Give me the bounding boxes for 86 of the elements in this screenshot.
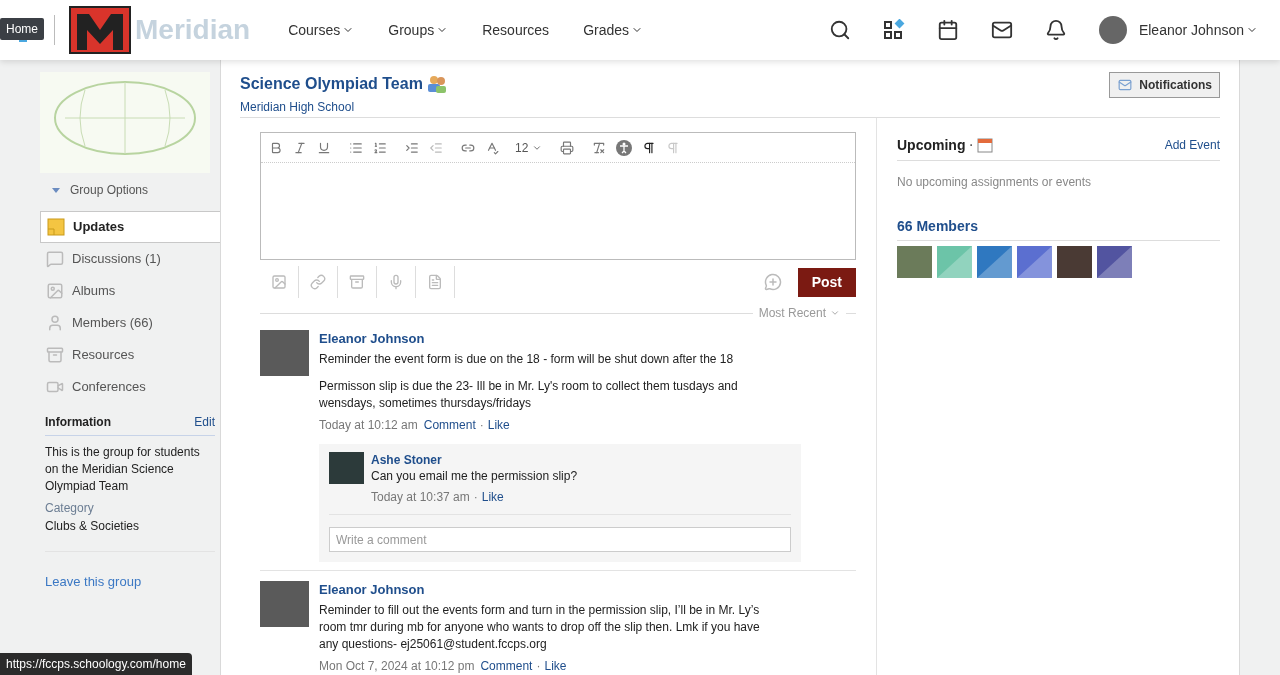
category-value: Clubs & Societies	[45, 518, 141, 535]
mail-icon[interactable]	[990, 19, 1013, 41]
pattern-drawing	[937, 246, 972, 278]
comment-text: Can you email me the permission slip?	[371, 468, 578, 485]
member-avatar[interactable]	[1097, 246, 1132, 278]
pattern-drawing	[977, 246, 1012, 278]
author-link[interactable]: Eleanor Johnson	[319, 330, 856, 348]
commenter-photo-placeholder	[329, 452, 364, 484]
separator-dot: ·	[968, 135, 974, 155]
add-event-link[interactable]: Add Event	[1164, 136, 1220, 154]
upcoming-heading: Upcoming	[897, 135, 966, 155]
indent-icon[interactable]	[405, 140, 419, 155]
post-text: Reminder to fill out the events form and turn in the permission slip, I’ll be in Mr. Ly’s room tmr during mb for anyone who wants to drop off the slip then. Lmk if you have any questions- ej25061@student.fccps.org	[319, 602, 761, 653]
information-heading: Information	[45, 414, 111, 431]
notifications-button[interactable]: Notifications	[1109, 72, 1220, 98]
category-label: Category	[45, 500, 95, 517]
sidebar-nav-item[interactable]: Discussions (1)	[40, 243, 220, 275]
caret-icon	[830, 308, 840, 318]
apps-grid-icon[interactable]	[882, 19, 905, 41]
school-logo-icon[interactable]	[69, 6, 131, 54]
resources-icon	[46, 346, 64, 364]
sidebar-nav-item[interactable]: Members (66)	[40, 307, 220, 339]
sidebar-nav-item[interactable]: Resources	[40, 339, 220, 371]
underline-icon[interactable]	[317, 140, 331, 155]
notifications-bell-icon[interactable]	[1044, 19, 1067, 41]
post-button[interactable]: Post	[797, 267, 856, 297]
author-link[interactable]: Eleanor Johnson	[319, 581, 856, 599]
url-status-bar: https://fccps.schoology.com/home	[0, 653, 192, 675]
comment-options-icon[interactable]	[763, 273, 782, 291]
like-link[interactable]: Like	[487, 416, 510, 434]
calendar-icon[interactable]	[936, 19, 959, 41]
sidebar-nav-item[interactable]: Conferences	[40, 371, 220, 403]
comment-link[interactable]: Comment	[423, 416, 476, 434]
author-photo-placeholder	[260, 581, 309, 627]
nav-menu-item[interactable]: Groups	[388, 19, 449, 41]
nav-menu-item[interactable]: Courses	[288, 19, 355, 41]
group-options-menu[interactable]: Group Options	[52, 181, 149, 199]
author-photo-placeholder	[260, 330, 309, 376]
triangle-down-icon	[52, 187, 60, 193]
discussions-icon	[46, 250, 64, 268]
search-icon[interactable]	[828, 19, 851, 41]
italic-icon[interactable]	[293, 140, 307, 155]
school-name: Meridian	[135, 13, 251, 47]
post-time: Today at 10:12 am	[319, 417, 418, 434]
empty-state-text: No upcoming assignments or events	[897, 174, 1093, 191]
comment-input[interactable]: Write a comment	[329, 527, 791, 552]
calendar-icon	[976, 137, 993, 153]
post-text: Permisson slip is due the 23- Ill be in Mr. Ly's room to collect them tusdays and wensdays, sometimes thursdays/fridays	[319, 378, 739, 412]
group-description: This is the group for students on the Meridian Science Olympiad Team	[45, 444, 201, 495]
separator-dot: ·	[473, 489, 478, 506]
separator-dot: ·	[479, 417, 484, 434]
post-text: Reminder the event form is due on the 18 - form will be shut down after the 18	[319, 351, 735, 368]
albums-icon	[46, 282, 64, 300]
pattern-drawing	[1097, 246, 1132, 278]
people-icon	[426, 75, 447, 93]
accessibility-icon[interactable]	[616, 139, 633, 156]
members-icon	[46, 314, 64, 332]
nav-menu-item[interactable]: Grades	[583, 19, 644, 41]
commenter-link[interactable]: Ashe Stoner	[371, 452, 578, 468]
post-time: Mon Oct 7, 2024 at 10:12 pm	[319, 658, 475, 675]
post-editor[interactable]: 12	[260, 132, 856, 260]
members-heading[interactable]: 66 Members	[897, 216, 1220, 241]
home-tooltip: Home	[0, 18, 44, 40]
comment-time: Today at 10:37 am	[371, 489, 470, 506]
user-photo-placeholder	[1098, 16, 1127, 44]
spellcheck-icon[interactable]	[485, 140, 499, 155]
like-link[interactable]: Like	[544, 657, 567, 675]
envelope-icon	[1117, 78, 1134, 92]
edit-link[interactable]: Edit	[194, 413, 215, 431]
bold-icon[interactable]	[269, 140, 283, 155]
leave-group-link[interactable]: Leave this group	[45, 572, 215, 592]
separator-dot: ·	[536, 658, 541, 675]
sidebar-nav-item[interactable]: Updates	[40, 211, 220, 243]
school-link[interactable]: Meridian High School	[240, 98, 447, 116]
numbered-list-icon[interactable]	[373, 140, 387, 155]
note-icon	[47, 218, 65, 236]
clear-format-icon[interactable]	[592, 140, 607, 155]
group-title: Science Olympiad Team	[240, 74, 423, 94]
bullet-list-icon[interactable]	[349, 140, 363, 155]
like-link[interactable]: Like	[481, 488, 504, 506]
sidebar-nav-item[interactable]: Albums	[40, 275, 220, 307]
pattern-drawing	[1017, 246, 1052, 278]
user-menu[interactable]: Eleanor Johnson	[1098, 16, 1258, 44]
comment-link[interactable]: Comment	[480, 657, 533, 675]
nav-menu-item[interactable]: Resources	[482, 19, 550, 41]
font-size-dropdown[interactable]: 12	[515, 138, 543, 157]
